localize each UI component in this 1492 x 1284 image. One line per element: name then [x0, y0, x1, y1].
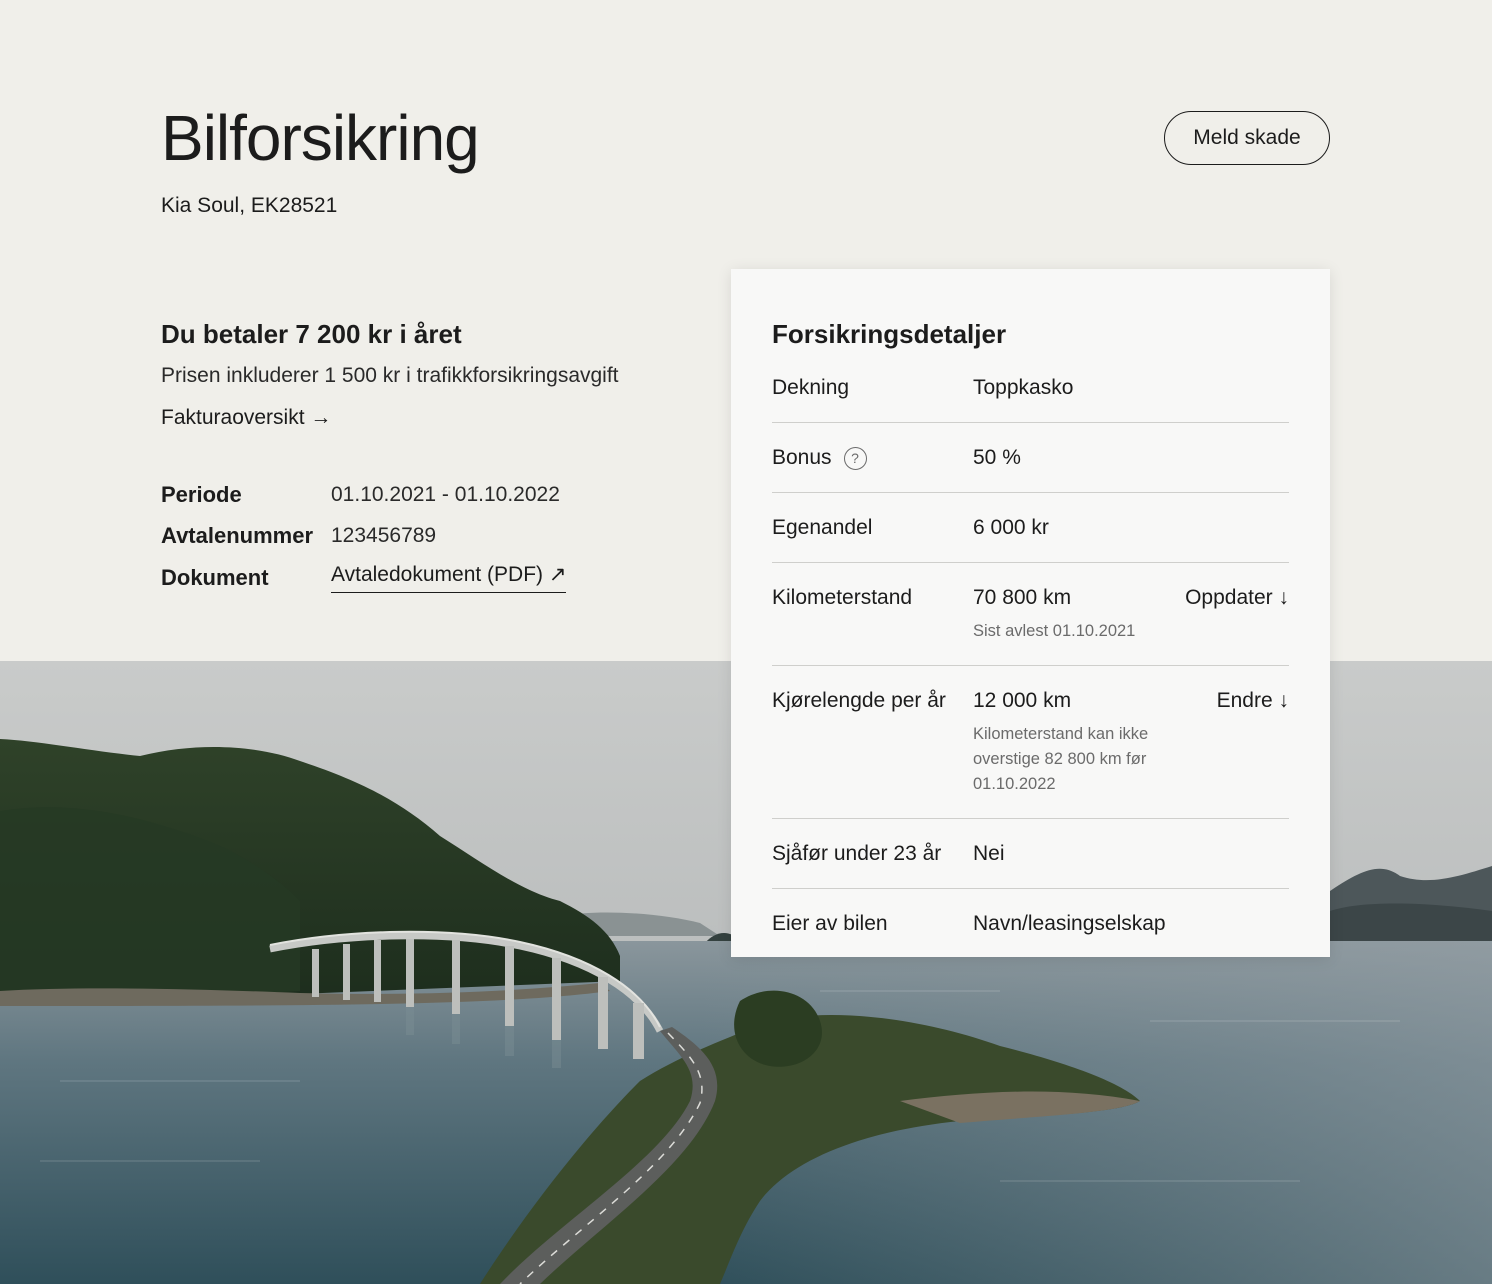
agreement-number-label: Avtalenummer — [161, 523, 314, 549]
detail-label: Sjåfør under 23 år — [772, 842, 942, 865]
agreement-number-row: Avtalenummer 123456789 — [161, 516, 566, 558]
detail-value: 6 000 kr — [973, 516, 1049, 539]
period-value: 01.10.2021 - 01.10.2022 — [331, 482, 560, 506]
document-row: Dokument Avtaledokument (PDF) ↗ — [161, 557, 567, 599]
insurance-page: Bilforsikring Kia Soul, EK28521 Meld ska… — [0, 0, 1492, 1284]
page-title: Bilforsikring — [161, 102, 480, 174]
price-heading: Du betaler 7 200 kr i året — [161, 319, 462, 349]
detail-row-coverage: Dekning Toppkasko — [772, 367, 1289, 423]
detail-row-annual-mileage: Kjørelengde per år 12 000 km Kilometerst… — [772, 666, 1289, 819]
detail-label: Bonus — [772, 446, 832, 469]
detail-row-odometer: Kilometerstand 70 800 km Sist avlest 01.… — [772, 563, 1289, 666]
change-mileage-button[interactable]: Endre ↓ — [1217, 688, 1289, 714]
insurance-details-card: Forsikringsdetaljer Dekning Toppkasko Bo… — [731, 269, 1330, 957]
update-odometer-button[interactable]: Oppdater ↓ — [1185, 585, 1289, 611]
agreement-document-link[interactable]: Avtaledokument (PDF) ↗ — [331, 562, 567, 594]
detail-value: 70 800 km — [973, 586, 1072, 609]
detail-value: Navn/leasingselskap — [973, 912, 1166, 935]
detail-row-deductible: Egenandel 6 000 kr — [772, 493, 1289, 563]
vehicle-subtitle: Kia Soul, EK28521 — [161, 194, 338, 217]
detail-label: Kjørelengde per år — [772, 689, 946, 712]
detail-label: Kilometerstand — [772, 586, 913, 609]
detail-label: Egenandel — [772, 516, 873, 539]
detail-label: Dekning — [772, 376, 850, 399]
agreement-number-value: 123456789 — [331, 524, 437, 548]
detail-value: 50 % — [973, 446, 1021, 469]
detail-row-bonus: Bonus ? 50 % — [772, 423, 1289, 493]
detail-row-young-driver: Sjåfør under 23 år Nei — [772, 819, 1289, 889]
question-circle-icon[interactable]: ? — [843, 446, 867, 470]
detail-note: Sist avlest 01.10.2021 — [973, 622, 1136, 640]
detail-label: Eier av bilen — [772, 912, 888, 935]
agreement-meta: Periode 01.10.2021 - 01.10.2022 Avtalenu… — [161, 474, 567, 599]
document-label: Dokument — [161, 564, 269, 590]
detail-note: Kilometerstand kan ikke overstige 82 800… — [973, 725, 1149, 793]
detail-value: Toppkasko — [973, 376, 1074, 399]
detail-row-owner: Eier av bilen Navn/leasingselskap — [772, 889, 1289, 958]
detail-value: Nei — [973, 842, 1005, 865]
invoice-overview-link[interactable]: Fakturaoversikt → — [161, 404, 331, 432]
report-damage-button[interactable]: Meld skade — [1164, 111, 1330, 165]
period-label: Periode — [161, 481, 242, 507]
period-row: Periode 01.10.2021 - 01.10.2022 — [161, 474, 566, 516]
price-note: Prisen inkluderer 1 500 kr i trafikkfors… — [161, 364, 619, 387]
detail-value: 12 000 km — [973, 689, 1072, 712]
details-title: Forsikringsdetaljer — [772, 319, 1007, 349]
